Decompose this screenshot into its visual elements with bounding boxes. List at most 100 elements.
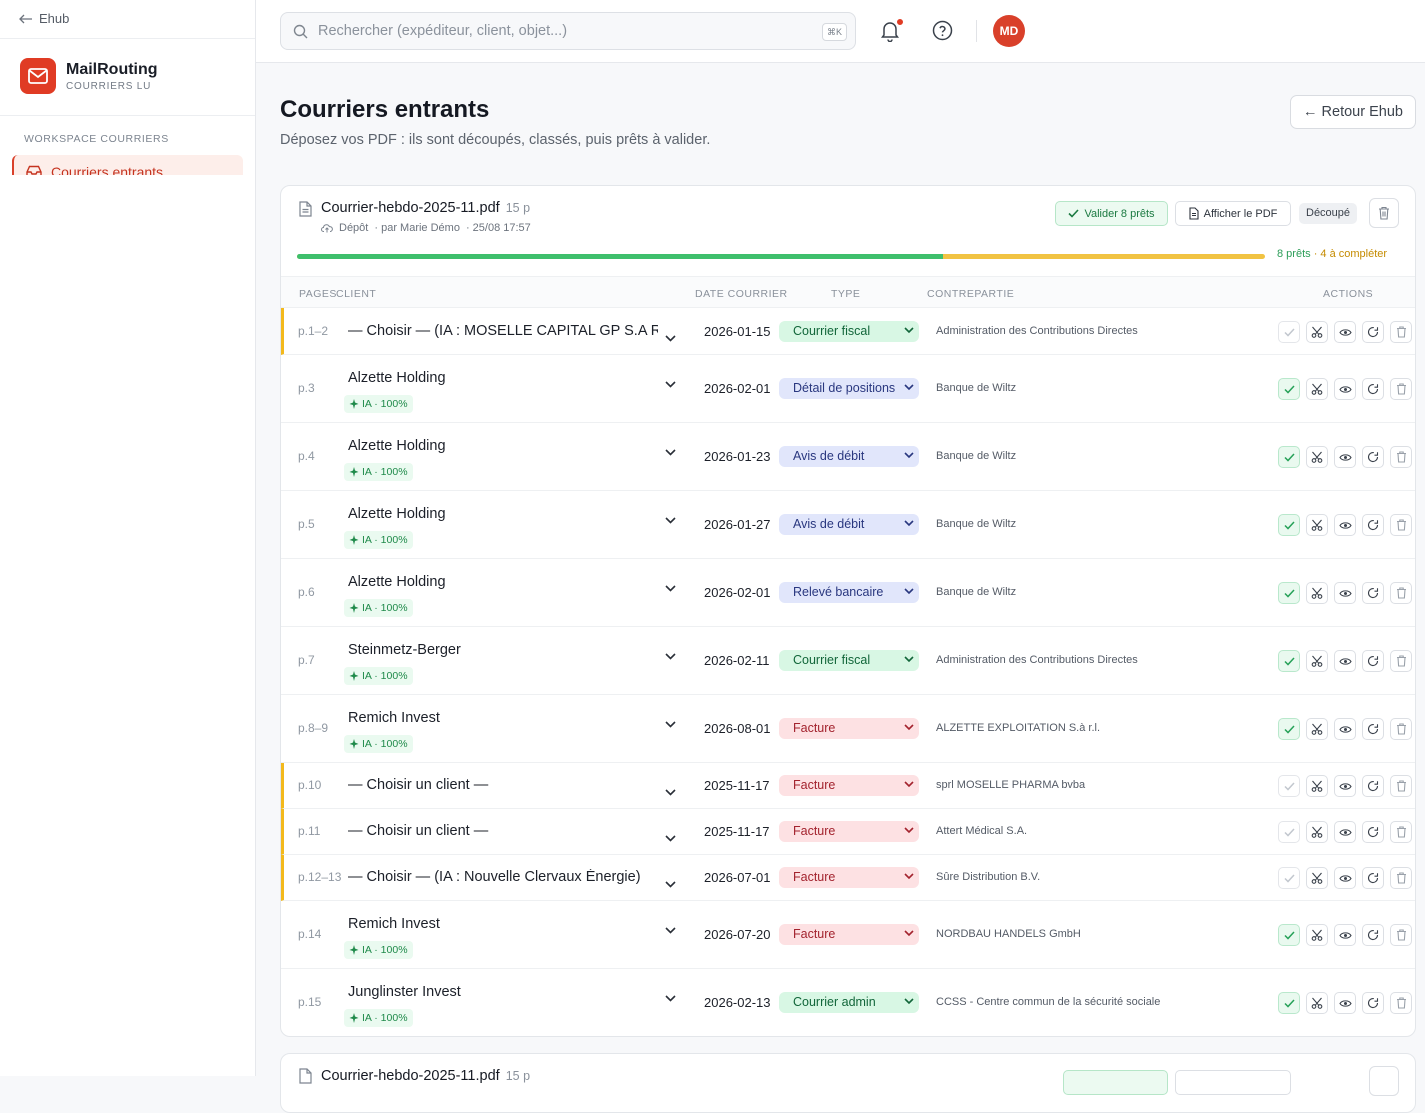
delete-row-button[interactable] (1390, 867, 1412, 889)
client-select[interactable]: Junglinster Invest (348, 984, 658, 1000)
client-select[interactable]: Alzette Holding (348, 438, 658, 454)
type-select[interactable]: Courrier fiscal (779, 321, 919, 342)
validate-ready-button[interactable] (1063, 1070, 1168, 1095)
scissors-icon (1311, 723, 1323, 735)
delete-row-button[interactable] (1390, 650, 1412, 672)
delete-row-button[interactable] (1390, 775, 1412, 797)
delete-row-button[interactable] (1390, 924, 1412, 946)
preview-row-button[interactable] (1334, 650, 1356, 672)
type-select[interactable]: Relevé bancaire (779, 582, 919, 603)
type-select[interactable]: Facture (779, 924, 919, 945)
reanalyze-row-button[interactable] (1362, 650, 1384, 672)
type-select[interactable]: Facture (779, 867, 919, 888)
type-select[interactable]: Facture (779, 718, 919, 739)
delete-row-button[interactable] (1390, 446, 1412, 468)
validate-row-button[interactable] (1278, 718, 1300, 740)
type-select[interactable]: Détail de positions (779, 378, 919, 399)
reanalyze-row-button[interactable] (1362, 867, 1384, 889)
validate-row-button[interactable] (1278, 321, 1300, 343)
delete-row-button[interactable] (1390, 821, 1412, 843)
client-select[interactable]: Steinmetz-Berger (348, 642, 658, 658)
reanalyze-row-button[interactable] (1362, 821, 1384, 843)
sidebar-item-courriers-entrants[interactable]: Courriers entrants (12, 155, 243, 175)
validate-row-button[interactable] (1278, 514, 1300, 536)
delete-row-button[interactable] (1390, 718, 1412, 740)
search-input[interactable]: Rechercher (expéditeur, client, objet...… (280, 12, 856, 50)
preview-row-button[interactable] (1334, 718, 1356, 740)
reanalyze-row-button[interactable] (1362, 775, 1384, 797)
preview-row-button[interactable] (1334, 582, 1356, 604)
help-icon[interactable] (932, 20, 953, 41)
validate-row-button[interactable] (1278, 924, 1300, 946)
eye-icon (1338, 999, 1352, 1007)
split-row-button[interactable] (1306, 821, 1328, 843)
preview-row-button[interactable] (1334, 821, 1356, 843)
reanalyze-row-button[interactable] (1362, 378, 1384, 400)
delete-row-button[interactable] (1390, 992, 1412, 1014)
reanalyze-row-button[interactable] (1362, 924, 1384, 946)
validate-row-button[interactable] (1278, 446, 1300, 468)
preview-row-button[interactable] (1334, 775, 1356, 797)
delete-row-button[interactable] (1390, 378, 1412, 400)
client-select[interactable]: — Choisir un client — (348, 777, 658, 793)
client-select[interactable]: Alzette Holding (348, 370, 658, 386)
type-select[interactable]: Courrier fiscal (779, 650, 919, 671)
delete-row-button[interactable] (1390, 582, 1412, 604)
reanalyze-row-button[interactable] (1362, 582, 1384, 604)
validate-row-button[interactable] (1278, 775, 1300, 797)
preview-row-button[interactable] (1334, 924, 1356, 946)
delete-batch-button[interactable] (1369, 1066, 1399, 1096)
reanalyze-row-button[interactable] (1362, 446, 1384, 468)
client-select[interactable]: — Choisir — (IA : MOSELLE CAPITAL GP S.A… (348, 323, 658, 339)
client-select[interactable]: Remich Invest (348, 710, 658, 726)
type-select[interactable]: Facture (779, 821, 919, 842)
validate-row-button[interactable] (1278, 992, 1300, 1014)
split-row-button[interactable] (1306, 992, 1328, 1014)
reanalyze-row-button[interactable] (1362, 514, 1384, 536)
client-select[interactable]: — Choisir — (IA : Nouvelle Clervaux Éner… (348, 869, 658, 885)
ai-confidence-badge: IA · 100% (344, 735, 413, 753)
avatar[interactable]: MD (993, 15, 1025, 47)
split-row-button[interactable] (1306, 650, 1328, 672)
back-ehub-button[interactable]: ← Retour Ehub (1290, 95, 1416, 129)
show-pdf-button[interactable]: Afficher le PDF (1175, 201, 1291, 226)
split-row-button[interactable] (1306, 924, 1328, 946)
client-select[interactable]: — Choisir un client — (348, 823, 658, 839)
preview-row-button[interactable] (1334, 321, 1356, 343)
split-row-button[interactable] (1306, 718, 1328, 740)
validate-row-button[interactable] (1278, 867, 1300, 889)
validate-row-button[interactable] (1278, 650, 1300, 672)
client-select[interactable]: Alzette Holding (348, 506, 658, 522)
validate-ready-button[interactable]: Valider 8 prêts (1055, 201, 1168, 226)
delete-row-button[interactable] (1390, 321, 1412, 343)
preview-row-button[interactable] (1334, 378, 1356, 400)
client-select[interactable]: Alzette Holding (348, 574, 658, 590)
reanalyze-row-button[interactable] (1362, 992, 1384, 1014)
preview-row-button[interactable] (1334, 992, 1356, 1014)
validate-row-button[interactable] (1278, 821, 1300, 843)
split-row-button[interactable] (1306, 775, 1328, 797)
split-row-button[interactable] (1306, 867, 1328, 889)
delete-batch-button[interactable] (1369, 198, 1399, 228)
type-select[interactable]: Avis de débit (779, 446, 919, 467)
preview-row-button[interactable] (1334, 514, 1356, 536)
show-pdf-button[interactable] (1175, 1070, 1291, 1095)
type-select[interactable]: Avis de débit (779, 514, 919, 535)
split-row-button[interactable] (1306, 514, 1328, 536)
split-row-button[interactable] (1306, 321, 1328, 343)
split-row-button[interactable] (1306, 446, 1328, 468)
split-row-button[interactable] (1306, 582, 1328, 604)
delete-row-button[interactable] (1390, 514, 1412, 536)
validate-row-button[interactable] (1278, 582, 1300, 604)
preview-row-button[interactable] (1334, 446, 1356, 468)
client-select[interactable]: Remich Invest (348, 916, 658, 932)
reanalyze-row-button[interactable] (1362, 321, 1384, 343)
back-to-ehub-link[interactable]: Ehub (19, 11, 69, 26)
show-pdf-label: Afficher le PDF (1203, 207, 1278, 220)
type-select[interactable]: Facture (779, 775, 919, 796)
reanalyze-row-button[interactable] (1362, 718, 1384, 740)
type-select[interactable]: Courrier admin (779, 992, 919, 1013)
validate-row-button[interactable] (1278, 378, 1300, 400)
preview-row-button[interactable] (1334, 867, 1356, 889)
split-row-button[interactable] (1306, 378, 1328, 400)
